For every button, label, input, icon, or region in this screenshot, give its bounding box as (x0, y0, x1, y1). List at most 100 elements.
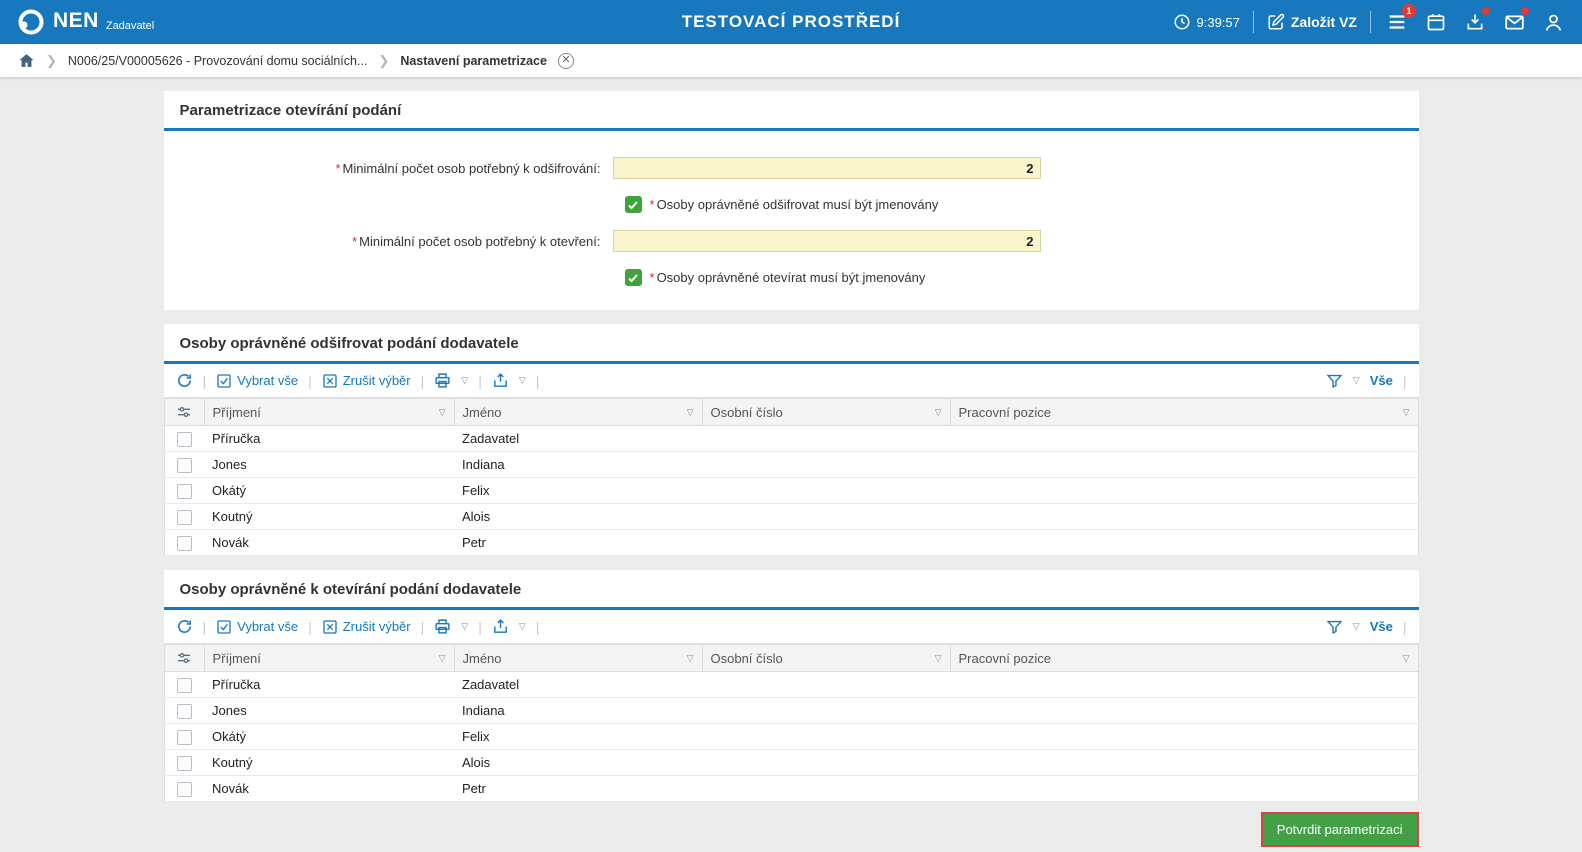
table-cell: Příručka (204, 671, 454, 698)
filter-icon[interactable] (1326, 372, 1343, 389)
table-cell (702, 749, 950, 776)
menu-button[interactable]: 1 (1384, 4, 1416, 35)
table-row[interactable]: Koutný Alois (164, 749, 1418, 776)
column-filter-icon[interactable]: ▽ (439, 653, 446, 664)
min-open-input[interactable] (612, 230, 1041, 252)
column-header-jmeno[interactable]: Jméno ▽ (453, 644, 703, 672)
table-row[interactable]: Novák Petr (164, 775, 1418, 802)
row-checkbox-cell (164, 775, 204, 802)
column-settings-header[interactable] (163, 644, 205, 672)
table-row[interactable]: Příručka Zadavatel (164, 671, 1418, 698)
row-checkbox[interactable] (176, 729, 192, 745)
refresh-icon[interactable] (176, 618, 193, 635)
breadcrumb-current[interactable]: Nastavení parametrizace (400, 54, 547, 68)
export-icon (493, 373, 507, 387)
print-dropdown-icon[interactable]: ▽ (461, 375, 468, 386)
row-checkbox[interactable] (176, 677, 192, 693)
home-icon[interactable] (18, 52, 35, 69)
table-cell (702, 697, 950, 724)
export-button[interactable] (492, 618, 509, 635)
column-header-pracovni-pozice[interactable]: Pracovní pozice ▽ (949, 644, 1419, 672)
table-cell (950, 723, 1418, 750)
profile-button[interactable] (1540, 9, 1566, 35)
export-button[interactable] (492, 372, 509, 389)
required-asterisk: * (649, 270, 655, 285)
table-row[interactable]: Jones Indiana (164, 697, 1418, 724)
row-checkbox[interactable] (176, 535, 192, 551)
row-checkbox[interactable] (176, 781, 192, 797)
column-filter-icon[interactable]: ▽ (1403, 653, 1410, 664)
messages-button[interactable] (1501, 7, 1529, 35)
table-row[interactable]: Jones Indiana (164, 451, 1418, 478)
table-row[interactable]: Okátý Felix (164, 477, 1418, 504)
print-button[interactable] (434, 372, 451, 389)
row-checkbox[interactable] (176, 457, 192, 473)
brand-role: Zadavatel (105, 20, 155, 32)
view-dropdown-icon[interactable]: ▽ (1353, 621, 1360, 632)
confirm-parametrization-button[interactable]: Potvrdit parametrizaci (1260, 812, 1419, 847)
column-header-pracovni-pozice[interactable]: Pracovní pozice ▽ (949, 398, 1419, 426)
table-cell: Novák (204, 775, 454, 802)
create-vz-button[interactable]: Založit VZ (1267, 13, 1357, 31)
open-named-checkbox[interactable] (624, 269, 642, 286)
clear-selection-icon (323, 619, 337, 634)
parametrization-section: Parametrizace otevírání podání * Minimáln… (163, 91, 1419, 310)
column-filter-icon[interactable]: ▽ (1403, 407, 1410, 418)
filter-icon[interactable] (1326, 618, 1343, 635)
view-all-button[interactable]: Vše (1370, 619, 1393, 634)
refresh-icon[interactable] (176, 372, 193, 389)
row-checkbox-cell (164, 477, 204, 504)
decrypt-named-checkbox[interactable] (624, 196, 642, 213)
column-filter-icon[interactable]: ▽ (439, 407, 446, 418)
breadcrumb: ❯ N006/25/V00005626 - Provozování domu s… (0, 44, 1582, 77)
view-dropdown-icon[interactable]: ▽ (1353, 375, 1360, 386)
print-button[interactable] (434, 618, 451, 635)
column-settings-icon (178, 653, 190, 663)
user-icon (1545, 14, 1561, 31)
table-row[interactable]: Okátý Felix (164, 723, 1418, 750)
open-table-toolbar: | Vybrat vše | Zrušit výběr | ▽ | ▽ | ▽ … (163, 610, 1419, 644)
table-cell: Jones (204, 451, 454, 478)
row-checkbox[interactable] (176, 755, 192, 771)
table-row[interactable]: Příručka Zadavatel (164, 425, 1418, 452)
view-all-button[interactable]: Vše (1370, 373, 1393, 388)
column-filter-icon[interactable]: ▽ (935, 407, 942, 418)
chevron-right-icon: ❯ (378, 52, 390, 68)
table-cell: Novák (204, 529, 454, 556)
column-header-prijmeni[interactable]: Příjmení ▽ (203, 644, 455, 672)
row-checkbox[interactable] (176, 431, 192, 447)
column-header-jmeno[interactable]: Jméno ▽ (453, 398, 703, 426)
column-settings-header[interactable] (163, 398, 205, 426)
row-checkbox[interactable] (176, 703, 192, 719)
min-decrypt-input[interactable] (612, 157, 1041, 179)
select-all-button[interactable]: Vybrat vše (216, 619, 298, 635)
calendar-button[interactable] (1423, 9, 1449, 35)
nen-brand[interactable]: NEN Zadavatel (16, 7, 154, 37)
column-filter-icon[interactable]: ▽ (935, 653, 942, 664)
export-dropdown-icon[interactable]: ▽ (519, 375, 526, 386)
breadcrumb-contract[interactable]: N006/25/V00005626 - Provozování domu soc… (68, 54, 368, 68)
main-content: Parametrizace otevírání podání * Minimáln… (163, 91, 1419, 802)
table-cell: Felix (454, 723, 702, 750)
table-cell: Koutný (204, 503, 454, 530)
clear-selection-button[interactable]: Zrušit výběr (322, 619, 411, 635)
column-filter-icon[interactable]: ▽ (687, 407, 694, 418)
row-checkbox-cell (164, 425, 204, 452)
print-dropdown-icon[interactable]: ▽ (461, 621, 468, 632)
select-all-button[interactable]: Vybrat vše (216, 373, 298, 389)
check-icon (628, 273, 638, 282)
table-row[interactable]: Koutný Alois (164, 503, 1418, 530)
column-header-osobni-cislo[interactable]: Osobní číslo ▽ (701, 644, 951, 672)
column-header-osobni-cislo[interactable]: Osobní číslo ▽ (701, 398, 951, 426)
close-icon[interactable]: ✕ (557, 52, 574, 69)
column-header-prijmeni[interactable]: Příjmení ▽ (203, 398, 455, 426)
row-checkbox[interactable] (176, 509, 192, 525)
column-filter-icon[interactable]: ▽ (687, 653, 694, 664)
downloads-button[interactable] (1462, 7, 1490, 35)
table-row[interactable]: Novák Petr (164, 529, 1418, 556)
clear-selection-button[interactable]: Zrušit výběr (322, 373, 411, 389)
table-cell (950, 477, 1418, 504)
export-dropdown-icon[interactable]: ▽ (519, 621, 526, 632)
row-checkbox-cell (164, 529, 204, 556)
row-checkbox[interactable] (176, 483, 192, 499)
